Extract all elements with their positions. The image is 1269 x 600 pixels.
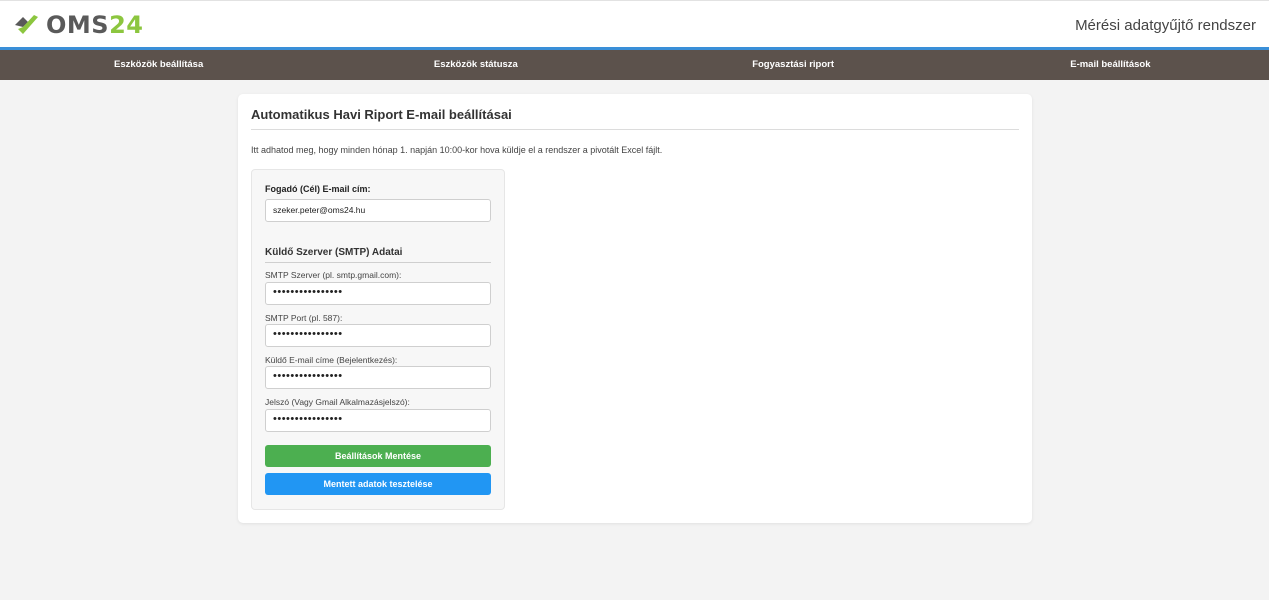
logo-text-24: 24: [109, 11, 144, 39]
recipient-email-input[interactable]: szeker.peter@oms24.hu: [265, 199, 491, 222]
save-settings-button[interactable]: Beállítások Mentése: [265, 445, 491, 467]
nav-item-email-settings[interactable]: E-mail beállítások: [952, 50, 1269, 80]
page-description: Itt adhatod meg, hogy minden hónap 1. na…: [251, 145, 663, 155]
nav-item-consumption-report[interactable]: Fogyasztási riport: [635, 50, 952, 80]
email-settings-card: Automatikus Havi Riport E-mail beállítás…: [238, 94, 1032, 523]
nav-item-device-settings[interactable]: Eszközök beállítása: [0, 50, 317, 80]
smtp-section-title: Küldő Szerver (SMTP) Adatai: [265, 247, 403, 258]
password-input[interactable]: ••••••••••••••••: [265, 409, 491, 432]
settings-form: Fogadó (Cél) E-mail cím: szeker.peter@om…: [251, 169, 505, 510]
smtp-server-input[interactable]: ••••••••••••••••: [265, 282, 491, 305]
oms24-logo[interactable]: OMS24: [14, 10, 143, 40]
smtp-section-divider: [265, 262, 491, 263]
password-label: Jelszó (Vagy Gmail Alkalmazásjelszó):: [265, 397, 410, 407]
app-header: OMS24 Mérési adatgyűjtő rendszer: [0, 0, 1269, 47]
app-title: Mérési adatgyűjtő rendszer: [1075, 17, 1256, 34]
smtp-port-label: SMTP Port (pl. 587):: [265, 313, 343, 323]
page-title: Automatikus Havi Riport E-mail beállítás…: [251, 107, 512, 122]
logo-text-oms: OMS: [46, 11, 110, 39]
main-nav: Eszközök beállítása Eszközök státusza Fo…: [0, 50, 1269, 80]
smtp-port-input[interactable]: ••••••••••••••••: [265, 324, 491, 347]
logo-mark-icon: [15, 15, 38, 34]
logo-text: OMS24: [46, 11, 143, 39]
test-settings-button[interactable]: Mentett adatok tesztelése: [265, 473, 491, 495]
sender-email-label: Küldő E-mail címe (Bejelentkezés):: [265, 355, 398, 365]
title-divider: [251, 129, 1019, 130]
recipient-email-label: Fogadó (Cél) E-mail cím:: [265, 184, 371, 194]
smtp-server-label: SMTP Szerver (pl. smtp.gmail.com):: [265, 270, 402, 280]
sender-email-input[interactable]: ••••••••••••••••: [265, 366, 491, 389]
nav-item-device-status[interactable]: Eszközök státusza: [317, 50, 634, 80]
